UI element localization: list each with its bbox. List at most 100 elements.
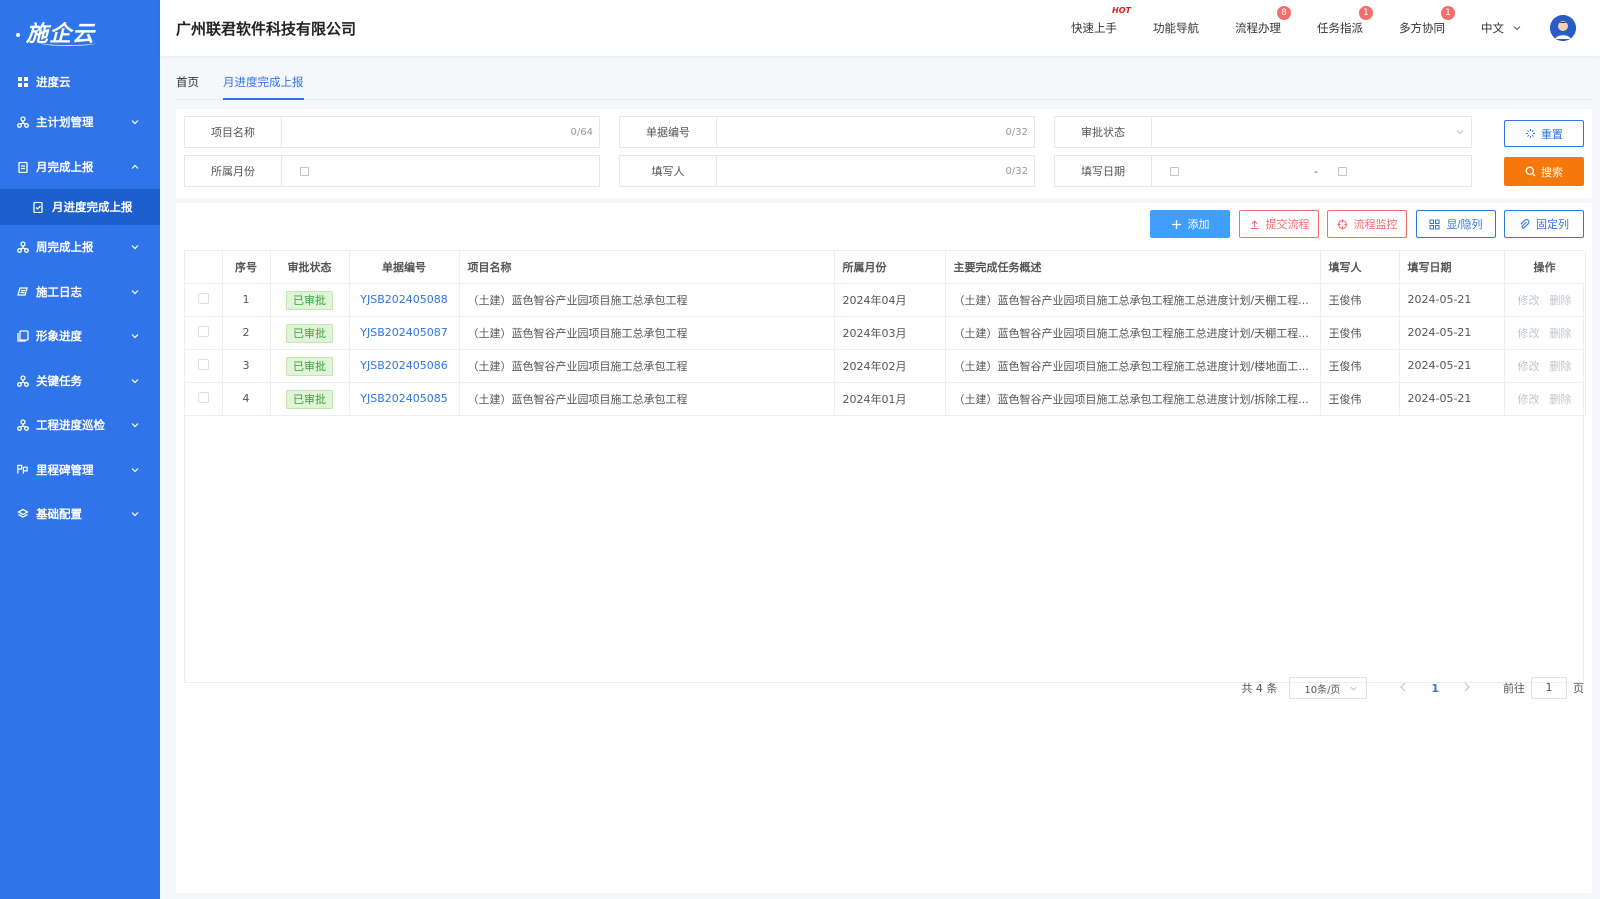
logo[interactable]: 施企云	[0, 0, 160, 64]
summary-cell: （土建）蓝色智谷产业园项目施工总承包工程施工总进度计划/楼地面工...	[945, 349, 1321, 383]
header-link-function-nav[interactable]: 功能导航	[1153, 20, 1199, 36]
toggle-columns-button[interactable]: 显/隐列	[1416, 210, 1496, 238]
process-monitor-button[interactable]: 流程监控	[1327, 210, 1407, 238]
sidebar-item-label: 基础配置	[36, 507, 82, 522]
reset-label: 重置	[1541, 128, 1563, 141]
delete-button[interactable]: 删除	[1550, 360, 1572, 373]
chevron-down-icon	[1456, 130, 1464, 135]
page-size-select[interactable]: 10条/页	[1289, 677, 1368, 699]
calendar-icon	[300, 166, 309, 176]
goto-suffix: 页	[1573, 682, 1584, 695]
delete-button[interactable]: 删除	[1550, 327, 1572, 340]
target-icon	[1337, 219, 1347, 229]
row-checkbox[interactable]	[197, 358, 209, 370]
status-field: 审批状态	[1054, 116, 1472, 148]
add-button[interactable]: 添加	[1150, 210, 1230, 238]
sidebar-item-label: 关键任务	[36, 373, 82, 388]
header-link-process[interactable]: 流程办理 8	[1235, 6, 1291, 36]
org-icon	[16, 374, 29, 387]
sidebar-item-monthly-report[interactable]: 月完成上报	[0, 145, 160, 190]
company-name: 广州联君软件科技有限公司	[176, 19, 357, 38]
row-checkbox[interactable]	[197, 292, 209, 304]
header-link-task-assign[interactable]: 任务指派 1	[1317, 6, 1373, 36]
chevron-left-icon	[1400, 682, 1406, 691]
sidebar: 施企云 进度云 主计划管理 月完成上报 月进度完成上报 周完成上报 施工日志 形…	[0, 0, 160, 899]
chevron-down-icon	[131, 378, 139, 384]
table-header-row: 序号 审批状态 单据编号 项目名称 所属月份 主要完成任务概述 填写人 填写日期…	[185, 251, 1586, 284]
header-link-label: 任务指派	[1317, 21, 1363, 35]
avatar[interactable]	[1550, 15, 1576, 41]
chevron-down-icon	[131, 467, 139, 473]
language-label: 中文	[1481, 21, 1504, 35]
sidebar-subitem-monthly-progress[interactable]: 月进度完成上报	[0, 189, 160, 225]
count-badge: 8	[1277, 6, 1291, 20]
date-cell: 2024-05-21	[1399, 283, 1505, 317]
sidebar-item-progress-cloud[interactable]: 进度云	[0, 64, 160, 100]
language-select[interactable]: 中文	[1481, 20, 1522, 36]
doc-no-link[interactable]: YJSB202405087	[360, 326, 447, 339]
doc-no-link[interactable]: YJSB202405086	[360, 359, 447, 372]
date-separator: -	[1314, 164, 1318, 178]
sidebar-item-visual-progress[interactable]: 形象进度	[0, 314, 160, 359]
filler-input[interactable]: 0/32	[717, 156, 1034, 186]
doc-no-link[interactable]: YJSB202405088	[360, 293, 447, 306]
sidebar-item-label: 月完成上报	[36, 159, 94, 174]
edit-button[interactable]: 修改	[1518, 294, 1540, 307]
sidebar-item-key-tasks[interactable]: 关键任务	[0, 359, 160, 404]
sidebar-item-progress-inspection[interactable]: 工程进度巡检	[0, 403, 160, 448]
summary-cell: （土建）蓝色智谷产业园项目施工总承包工程施工总进度计划/拆除工程...	[945, 382, 1321, 416]
column-header-actions: 操作	[1504, 251, 1586, 284]
edit-button[interactable]: 修改	[1518, 360, 1540, 373]
sidebar-item-master-plan[interactable]: 主计划管理	[0, 100, 160, 145]
edit-button[interactable]: 修改	[1518, 393, 1540, 406]
month-picker[interactable]	[282, 156, 599, 186]
submit-process-button[interactable]: 提交流程	[1239, 210, 1319, 238]
project-name-field: 项目名称 0/64	[184, 116, 600, 148]
top-header: 广州联君软件科技有限公司 快速上手 HOT 功能导航 流程办理 8 任务指派 1…	[160, 0, 1600, 56]
doc-no-input[interactable]: 0/32	[717, 117, 1034, 147]
org-icon	[16, 419, 29, 432]
field-label: 填写人	[620, 156, 717, 186]
header-link-collaboration[interactable]: 多方协同 1	[1399, 6, 1455, 36]
tab-monthly-progress[interactable]: 月进度完成上报	[223, 68, 304, 100]
date-cell: 2024-05-21	[1399, 382, 1505, 416]
reset-button[interactable]: 重置	[1504, 120, 1584, 147]
plus-icon	[1171, 219, 1181, 229]
header-link-quick-start[interactable]: 快速上手 HOT	[1071, 6, 1131, 36]
char-count: 0/64	[570, 126, 593, 138]
delete-button[interactable]: 删除	[1550, 294, 1572, 307]
project-name-input[interactable]: 0/64	[282, 117, 599, 147]
sparkle-icon	[1526, 129, 1535, 138]
delete-button[interactable]: 删除	[1550, 393, 1572, 406]
columns-label: 显/隐列	[1446, 219, 1483, 231]
page-number-current[interactable]: 1	[1431, 682, 1439, 695]
chevron-down-icon	[131, 512, 139, 517]
chevron-down-icon	[131, 120, 139, 125]
prev-page-button[interactable]	[1399, 682, 1407, 695]
column-header-month: 所属月份	[834, 251, 946, 284]
next-page-button[interactable]	[1463, 682, 1471, 695]
month-field: 所属月份	[184, 155, 600, 187]
header-link-label: 快速上手	[1071, 21, 1117, 35]
column-header-no: 序号	[222, 251, 271, 284]
sidebar-item-milestone[interactable]: 里程碑管理	[0, 448, 160, 493]
field-label: 所属月份	[185, 156, 282, 186]
date-range-picker[interactable]: -	[1152, 156, 1471, 186]
row-checkbox[interactable]	[197, 325, 209, 337]
row-checkbox[interactable]	[197, 391, 209, 403]
tab-home[interactable]: 首页	[176, 68, 199, 100]
sidebar-item-weekly-report[interactable]: 周完成上报	[0, 225, 160, 270]
sidebar-item-construction-log[interactable]: 施工日志	[0, 270, 160, 315]
add-label: 添加	[1187, 219, 1210, 231]
sidebar-item-label: 进度云	[36, 75, 71, 89]
goto-page-input[interactable]: 1	[1531, 677, 1567, 699]
clipboard-check-icon	[32, 201, 45, 214]
status-select[interactable]	[1152, 117, 1471, 147]
search-button[interactable]: 搜索	[1504, 157, 1584, 186]
sidebar-item-basic-config[interactable]: 基础配置	[0, 492, 160, 537]
edit-button[interactable]: 修改	[1518, 327, 1540, 340]
doc-no-link[interactable]: YJSB202405085	[360, 392, 447, 405]
fix-columns-button[interactable]: 固定列	[1504, 210, 1584, 238]
summary-cell: （土建）蓝色智谷产业园项目施工总承包工程施工总进度计划/天棚工程...	[945, 283, 1321, 317]
grid-icon	[16, 76, 29, 89]
